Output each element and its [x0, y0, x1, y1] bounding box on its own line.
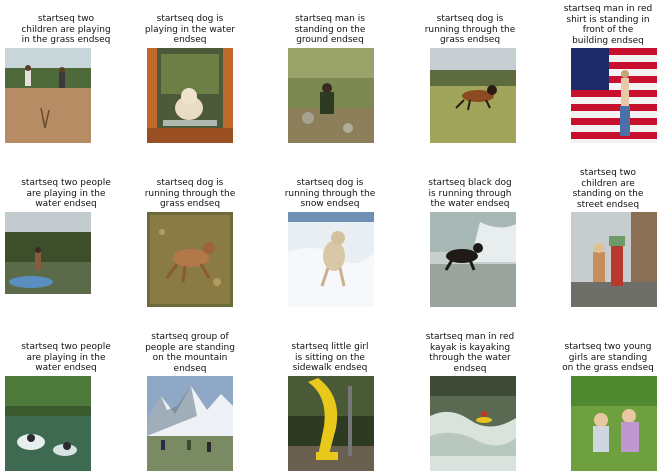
- photo-people-water-2: [5, 376, 91, 471]
- caption-text: startseq dog is playing in the water end…: [144, 14, 236, 45]
- caption-text: startseq two children are playing in the…: [21, 14, 111, 45]
- grid-cell: startseq man in red shirt is standing in…: [542, 0, 662, 150]
- caption-text: startseq man in red kayak is kayaking th…: [425, 332, 515, 374]
- caption-text: startseq two people are playing in the w…: [21, 178, 111, 209]
- photo-man-flag: [571, 48, 657, 143]
- caption-text: startseq two young girls are standing on…: [562, 342, 654, 373]
- caption-text: startseq little girl is sitting on the s…: [291, 342, 369, 373]
- photo-girls-grass: [571, 376, 657, 471]
- photo-dog-doorway: [147, 48, 233, 143]
- caption-text: startseq man in red shirt is standing in…: [563, 4, 653, 46]
- photo-girl-slide: [288, 376, 374, 471]
- grid-cell: startseq man is standing on the ground e…: [264, 0, 396, 150]
- photo-children-grass: [5, 48, 91, 143]
- photo-kayak-water: [430, 376, 516, 471]
- photo-dog-running-grass: [430, 48, 516, 143]
- caption-text: startseq dog is running through the gras…: [424, 14, 516, 45]
- caption-image-grid: startseq two children are playing in the…: [0, 0, 662, 476]
- grid-cell: startseq dog is running through the gras…: [404, 0, 536, 150]
- photo-mountain-group: [147, 376, 233, 471]
- caption-text: startseq black dog is running through th…: [428, 178, 512, 209]
- grid-cell: startseq dog is playing in the water end…: [124, 0, 256, 150]
- photo-dog-snow: [288, 212, 374, 307]
- photo-children-street: [571, 212, 657, 307]
- photo-man-ground: [288, 48, 374, 143]
- caption-text: startseq two children are standing on th…: [572, 168, 644, 210]
- photo-black-dog-water: [430, 212, 516, 307]
- grid-cell: startseq two children are playing in the…: [0, 0, 132, 150]
- caption-text: startseq group of people are standing on…: [145, 332, 235, 374]
- caption-text: startseq man is standing on the ground e…: [294, 14, 366, 45]
- caption-text: startseq two people are playing in the w…: [21, 342, 111, 373]
- photo-people-water: [5, 212, 91, 294]
- caption-text: startseq dog is running through the snow…: [284, 178, 376, 209]
- caption-text: startseq dog is running through the gras…: [144, 178, 236, 209]
- photo-dog-grass-brown: [147, 212, 233, 307]
